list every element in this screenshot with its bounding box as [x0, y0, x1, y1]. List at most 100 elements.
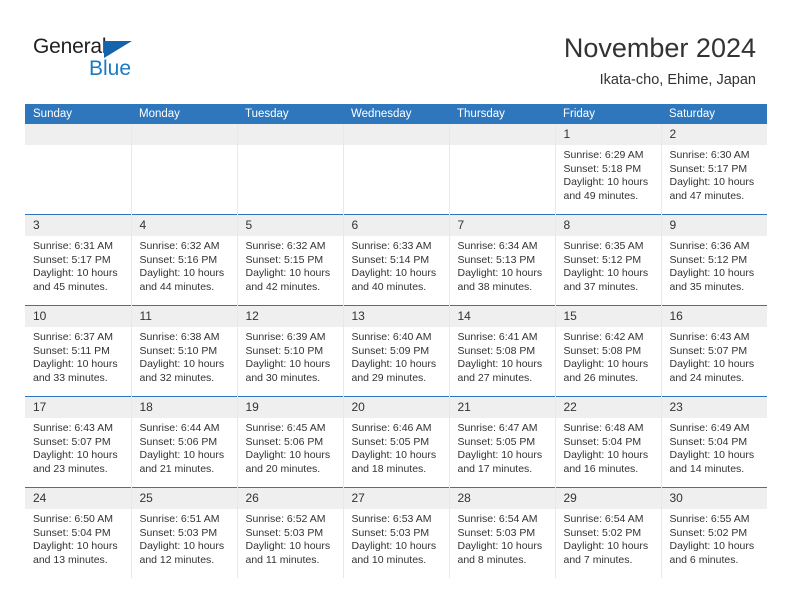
day-details: Sunrise: 6:54 AM Sunset: 5:02 PM Daylight:…	[556, 509, 661, 567]
day-number: 4	[131, 215, 237, 236]
day-number	[343, 124, 449, 145]
daylight-duration-line2: and 40 minutes.	[351, 280, 427, 293]
sunrise-time: Sunrise: 6:48 AM	[563, 422, 644, 434]
daylight-duration-line1: Daylight: 10 hours	[351, 540, 437, 553]
sunset-time: Sunset: 5:07 PM	[669, 344, 748, 357]
sunset-time: Sunset: 5:18 PM	[563, 162, 642, 175]
calendar-day-cell[interactable]: 8 Sunrise: 6:35 AM Sunset: 5:12 PM Daylight…	[554, 214, 661, 306]
calendar-day-cell[interactable]: 25 Sunrise: 6:51 AM Sunset: 5:03 PM Dayligh…	[130, 487, 237, 578]
sunset-time: Sunset: 5:03 PM	[457, 526, 536, 539]
sunset-time: Sunset: 5:03 PM	[351, 526, 430, 539]
day-number: 22	[555, 397, 661, 418]
sunrise-time: Sunrise: 6:54 AM	[563, 513, 644, 525]
daylight-duration-line1: Daylight: 10 hours	[457, 540, 543, 553]
sunrise-time: Sunrise: 6:43 AM	[669, 331, 750, 343]
day-number: 8	[555, 215, 661, 236]
day-details: Sunrise: 6:45 AM Sunset: 5:06 PM Daylight:…	[238, 418, 343, 476]
day-details: Sunrise: 6:51 AM Sunset: 5:03 PM Daylight:…	[132, 509, 237, 567]
sunset-time: Sunset: 5:12 PM	[669, 253, 748, 266]
sunrise-time: Sunrise: 6:55 AM	[669, 513, 750, 525]
day-details: Sunrise: 6:55 AM Sunset: 5:02 PM Daylight:…	[662, 509, 768, 567]
brand-logo[interactable]: General Blue	[33, 35, 183, 85]
sunset-time: Sunset: 5:12 PM	[563, 253, 642, 266]
sunrise-time: Sunrise: 6:46 AM	[351, 422, 432, 434]
day-number: 25	[131, 488, 237, 509]
calendar-day-cell[interactable]: 29 Sunrise: 6:54 AM Sunset: 5:02 PM Dayligh…	[554, 487, 661, 578]
calendar-day-cell[interactable]: 30 Sunrise: 6:55 AM Sunset: 5:02 PM Dayligh…	[660, 487, 768, 578]
day-number: 19	[237, 397, 343, 418]
calendar-day-cell[interactable]: 16 Sunrise: 6:43 AM Sunset: 5:07 PM Dayligh…	[660, 305, 768, 397]
day-details: Sunrise: 6:39 AM Sunset: 5:10 PM Daylight:…	[238, 327, 343, 385]
blue-triangle-icon	[104, 41, 132, 58]
calendar-day-cell[interactable]: 22 Sunrise: 6:48 AM Sunset: 5:04 PM Dayligh…	[554, 396, 661, 488]
calendar-day-cell[interactable]: 23 Sunrise: 6:49 AM Sunset: 5:04 PM Dayligh…	[660, 396, 767, 488]
calendar-day-cell[interactable]: 10 Sunrise: 6:37 AM Sunset: 5:11 PM Dayligh…	[25, 305, 131, 397]
sunset-time: Sunset: 5:06 PM	[245, 435, 324, 448]
day-number: 9	[661, 215, 767, 236]
calendar-day-cell[interactable]: 13 Sunrise: 6:40 AM Sunset: 5:09 PM Dayligh…	[342, 305, 449, 397]
calendar-day-cell[interactable]: 19 Sunrise: 6:45 AM Sunset: 5:06 PM Dayligh…	[236, 396, 343, 488]
day-details: Sunrise: 6:47 AM Sunset: 5:05 PM Daylight:…	[450, 418, 555, 476]
day-details: Sunrise: 6:34 AM Sunset: 5:13 PM Daylight:…	[450, 236, 555, 294]
calendar-day-cell[interactable]: 3 Sunrise: 6:31 AM Sunset: 5:17 PM Daylight…	[25, 214, 131, 306]
calendar-day-cell[interactable]: 15 Sunrise: 6:42 AM Sunset: 5:08 PM Dayligh…	[554, 305, 661, 397]
calendar-day-cell-empty	[236, 124, 343, 215]
page-header: General Blue November 2024 Ikata-cho, Eh…	[0, 0, 792, 104]
sunrise-time: Sunrise: 6:54 AM	[457, 513, 538, 525]
sunrise-time: Sunrise: 6:30 AM	[669, 149, 750, 161]
daylight-duration-line2: and 23 minutes.	[33, 462, 108, 475]
sunrise-time: Sunrise: 6:32 AM	[245, 240, 326, 252]
day-number	[131, 124, 237, 145]
sunrise-time: Sunrise: 6:50 AM	[33, 513, 113, 525]
daylight-duration-line2: and 26 minutes.	[563, 371, 639, 384]
calendar-day-cell[interactable]: 18 Sunrise: 6:44 AM Sunset: 5:06 PM Dayligh…	[130, 396, 237, 488]
calendar-day-cell[interactable]: 11 Sunrise: 6:38 AM Sunset: 5:10 PM Dayligh…	[130, 305, 237, 397]
sunset-time: Sunset: 5:13 PM	[457, 253, 536, 266]
day-number	[25, 124, 131, 145]
calendar-body: 1 Sunrise: 6:29 AM Sunset: 5:18 PM Daylight…	[25, 124, 767, 578]
day-details: Sunrise: 6:33 AM Sunset: 5:14 PM Daylight:…	[344, 236, 449, 294]
sunset-time: Sunset: 5:06 PM	[139, 435, 218, 448]
sunrise-time: Sunrise: 6:33 AM	[351, 240, 432, 252]
day-number: 11	[131, 306, 237, 327]
day-number	[237, 124, 343, 145]
calendar-day-cell[interactable]: 27 Sunrise: 6:53 AM Sunset: 5:03 PM Dayligh…	[342, 487, 449, 578]
daylight-duration-line1: Daylight: 10 hours	[245, 358, 331, 371]
calendar-day-cell[interactable]: 14 Sunrise: 6:41 AM Sunset: 5:08 PM Dayligh…	[448, 305, 555, 397]
sunset-time: Sunset: 5:14 PM	[351, 253, 430, 266]
day-details: Sunrise: 6:43 AM Sunset: 5:07 PM Daylight:…	[662, 327, 768, 385]
daylight-duration-line2: and 44 minutes.	[139, 280, 215, 293]
day-number: 30	[661, 488, 767, 509]
daylight-duration-line2: and 45 minutes.	[33, 280, 108, 293]
weekday-header-thursday: Thursday	[449, 104, 555, 124]
calendar-day-cell[interactable]: 1 Sunrise: 6:29 AM Sunset: 5:18 PM Daylight…	[554, 124, 661, 215]
calendar-day-cell[interactable]: 20 Sunrise: 6:46 AM Sunset: 5:05 PM Dayligh…	[342, 396, 449, 488]
calendar-day-cell[interactable]: 7 Sunrise: 6:34 AM Sunset: 5:13 PM Daylight…	[448, 214, 555, 306]
day-details: Sunrise: 6:50 AM Sunset: 5:04 PM Daylight:…	[25, 509, 131, 567]
calendar-day-cell[interactable]: 9 Sunrise: 6:36 AM Sunset: 5:12 PM Daylight…	[660, 214, 767, 306]
sunset-time: Sunset: 5:17 PM	[33, 253, 111, 266]
daylight-duration-line2: and 49 minutes.	[563, 189, 639, 202]
calendar-day-cell[interactable]: 2 Sunrise: 6:30 AM Sunset: 5:17 PM Daylight…	[660, 124, 767, 215]
sunrise-time: Sunrise: 6:41 AM	[457, 331, 538, 343]
day-number: 23	[661, 397, 767, 418]
calendar-day-cell[interactable]: 21 Sunrise: 6:47 AM Sunset: 5:05 PM Dayligh…	[448, 396, 555, 488]
calendar-day-cell[interactable]: 5 Sunrise: 6:32 AM Sunset: 5:15 PM Daylight…	[236, 214, 343, 306]
calendar-day-cell[interactable]: 24 Sunrise: 6:50 AM Sunset: 5:04 PM Dayligh…	[25, 487, 131, 578]
day-details: Sunrise: 6:54 AM Sunset: 5:03 PM Daylight:…	[450, 509, 555, 567]
day-number: 26	[237, 488, 343, 509]
daylight-duration-line1: Daylight: 10 hours	[669, 267, 755, 280]
daylight-duration-line1: Daylight: 10 hours	[669, 358, 755, 371]
calendar-day-cell[interactable]: 6 Sunrise: 6:33 AM Sunset: 5:14 PM Daylight…	[342, 214, 449, 306]
calendar-day-cell[interactable]: 4 Sunrise: 6:32 AM Sunset: 5:16 PM Daylight…	[130, 214, 237, 306]
daylight-duration-line1: Daylight: 10 hours	[563, 176, 649, 189]
calendar-day-cell[interactable]: 28 Sunrise: 6:54 AM Sunset: 5:03 PM Dayligh…	[448, 487, 555, 578]
calendar-day-cell[interactable]: 26 Sunrise: 6:52 AM Sunset: 5:03 PM Dayligh…	[236, 487, 343, 578]
calendar-day-cell[interactable]: 12 Sunrise: 6:39 AM Sunset: 5:10 PM Dayligh…	[236, 305, 343, 397]
day-details: Sunrise: 6:35 AM Sunset: 5:12 PM Daylight:…	[556, 236, 661, 294]
sunset-time: Sunset: 5:10 PM	[245, 344, 324, 357]
calendar-day-cell[interactable]: 17 Sunrise: 6:43 AM Sunset: 5:07 PM Dayligh…	[25, 396, 131, 488]
brand-name-blue: Blue	[89, 57, 132, 80]
day-number: 1	[555, 124, 661, 145]
day-details: Sunrise: 6:43 AM Sunset: 5:07 PM Daylight:…	[25, 418, 131, 476]
